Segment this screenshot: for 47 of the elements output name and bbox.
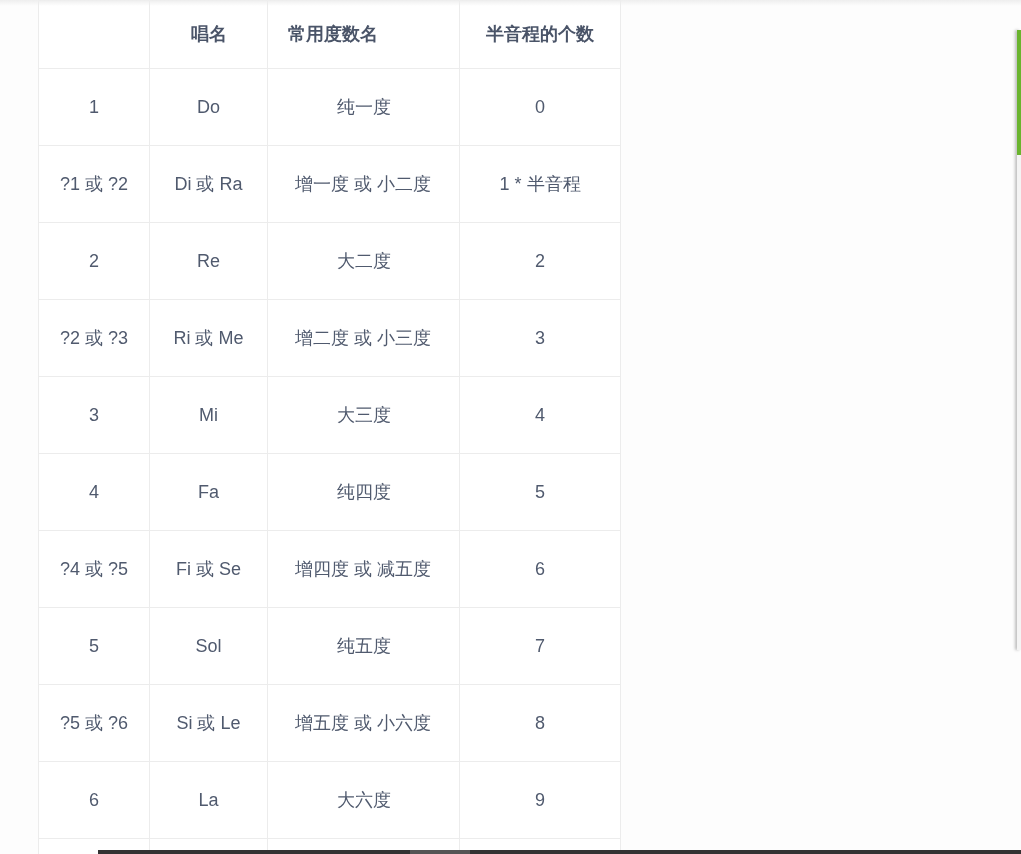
table-cell: Sol	[149, 607, 268, 685]
scrollbar-thumb[interactable]	[410, 850, 470, 854]
column-header: 唱名	[149, 0, 268, 69]
table-cell: ?5 或 ?6	[38, 684, 150, 762]
table-cell: Fi 或 Se	[149, 530, 268, 608]
table-cell: 增二度 或 小三度	[267, 299, 460, 377]
table-cell: 增一度 或 小二度	[267, 145, 460, 223]
column-header: 常用度数名	[267, 0, 460, 69]
horizontal-scrollbar[interactable]	[98, 850, 1021, 854]
table-cell: Si 或 Le	[149, 684, 268, 762]
table-cell: 增四度 或 减五度	[267, 530, 460, 608]
table-cell: 9	[459, 761, 621, 839]
table-cell: 5	[38, 607, 150, 685]
table-cell: 6	[459, 530, 621, 608]
table-cell: Di 或 Ra	[149, 145, 268, 223]
table-cell: 6	[38, 761, 150, 839]
table-cell: ?2 或 ?3	[38, 299, 150, 377]
table-cell: 0	[459, 68, 621, 146]
table-cell: 8	[459, 684, 621, 762]
table-cell: 3	[38, 376, 150, 454]
table-cell: Mi	[149, 376, 268, 454]
table-cell: 大三度	[267, 376, 460, 454]
table-cell: 1 * 半音程	[459, 145, 621, 223]
table-cell: Do	[149, 68, 268, 146]
table-cell: 纯四度	[267, 453, 460, 531]
table-cell: 4	[38, 453, 150, 531]
table-cell: Fa	[149, 453, 268, 531]
table-cell: 纯五度	[267, 607, 460, 685]
column-header: 半音程的个数	[459, 0, 621, 69]
table-cell: La	[149, 761, 268, 839]
table-cell: 纯一度	[267, 68, 460, 146]
scrollbar-thumb[interactable]	[1017, 30, 1021, 155]
table-cell: 3	[459, 299, 621, 377]
table-cell: 大六度	[267, 761, 460, 839]
table-cell: 1	[38, 68, 150, 146]
table-cell: 2	[38, 222, 150, 300]
vertical-scrollbar[interactable]	[1017, 30, 1021, 650]
table-cell: 4	[459, 376, 621, 454]
table-cell: 大二度	[267, 222, 460, 300]
table-cell: Ri 或 Me	[149, 299, 268, 377]
table-cell: ?4 或 ?5	[38, 530, 150, 608]
table-cell: ?1 或 ?2	[38, 145, 150, 223]
table-cell: 2	[459, 222, 621, 300]
table-cell: 7	[459, 607, 621, 685]
table-cell: 增五度 或 小六度	[267, 684, 460, 762]
table-cell: 5	[459, 453, 621, 531]
table-cell: Re	[149, 222, 268, 300]
